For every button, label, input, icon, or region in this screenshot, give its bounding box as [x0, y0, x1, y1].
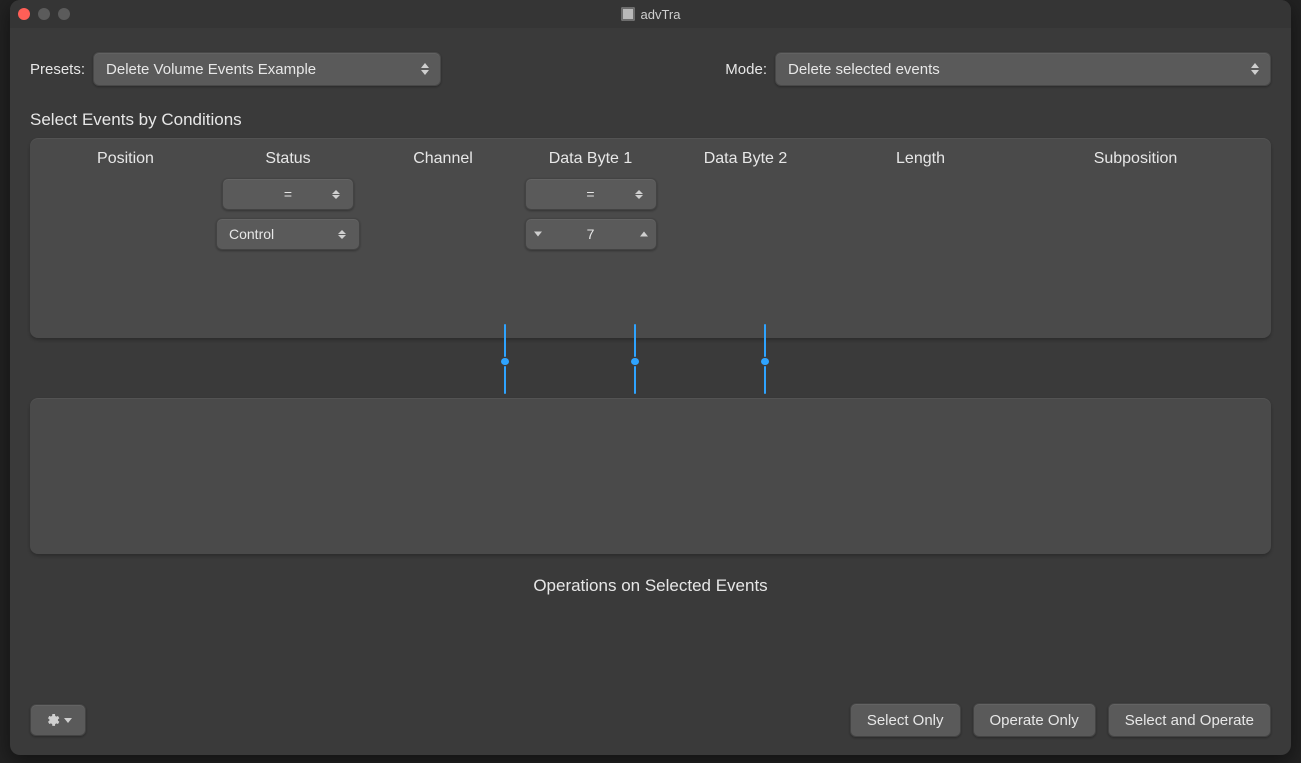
status-value: Control: [229, 226, 274, 242]
mode-dropdown[interactable]: Delete selected events: [775, 52, 1271, 86]
select-events-title: Select Events by Conditions: [30, 110, 1271, 130]
updown-icon: [332, 183, 348, 205]
status-value-dropdown[interactable]: Control: [216, 218, 360, 250]
operations-title: Operations on Selected Events: [30, 576, 1271, 596]
col-data-byte-1: Data Byte 1: [549, 150, 633, 168]
callout-pin: [503, 324, 507, 394]
content-area: Presets: Delete Volume Events Example Mo…: [10, 28, 1291, 755]
presets-value: Delete Volume Events Example: [106, 61, 316, 78]
operate-only-button[interactable]: Operate Only: [973, 703, 1096, 737]
col-subposition: Subposition: [1094, 150, 1178, 168]
select-only-label: Select Only: [867, 712, 944, 729]
callout-pin: [763, 324, 767, 394]
window-controls: [18, 8, 70, 20]
mode-label: Mode:: [725, 61, 767, 78]
gear-icon: [44, 712, 60, 728]
presets-dropdown[interactable]: Delete Volume Events Example: [93, 52, 441, 86]
annotation-pins: [30, 338, 1271, 398]
col-position: Position: [97, 150, 154, 168]
db1-operator-value: =: [586, 186, 594, 202]
app-window: advTra Presets: Delete Volume Events Exa…: [10, 0, 1291, 755]
col-channel: Channel: [413, 150, 473, 168]
settings-menu-button[interactable]: [30, 704, 86, 736]
db1-operator-dropdown[interactable]: =: [525, 178, 657, 210]
updown-icon: [414, 56, 436, 82]
minimize-window-button[interactable]: [38, 8, 50, 20]
operations-panel: [30, 398, 1271, 554]
chevron-down-icon: [534, 232, 542, 237]
chevron-up-icon: [640, 232, 648, 237]
titlebar: advTra: [10, 0, 1291, 28]
conditions-panel: Position Status Channel Data Byte 1 Data…: [30, 138, 1271, 338]
col-status: Status: [265, 150, 310, 168]
footer: Select Only Operate Only Select and Oper…: [30, 703, 1271, 737]
chevron-down-icon: [64, 718, 72, 723]
app-icon: [621, 7, 635, 21]
db1-value: 7: [587, 226, 595, 242]
callout-pin: [633, 324, 637, 394]
updown-icon: [635, 183, 651, 205]
select-only-button[interactable]: Select Only: [850, 703, 961, 737]
column-headers: Position Status Channel Data Byte 1 Data…: [48, 150, 1253, 168]
select-and-operate-button[interactable]: Select and Operate: [1108, 703, 1271, 737]
zoom-window-button[interactable]: [58, 8, 70, 20]
conditions-row: = Control = 7: [48, 178, 1253, 250]
col-data-byte-2: Data Byte 2: [704, 150, 788, 168]
top-toolbar: Presets: Delete Volume Events Example Mo…: [30, 46, 1271, 92]
updown-icon: [338, 223, 354, 245]
status-operator-dropdown[interactable]: =: [222, 178, 354, 210]
mode-value: Delete selected events: [788, 61, 940, 78]
updown-icon: [1244, 56, 1266, 82]
status-operator-value: =: [284, 186, 292, 202]
db1-value-stepper[interactable]: 7: [525, 218, 657, 250]
presets-label: Presets:: [30, 61, 85, 78]
close-window-button[interactable]: [18, 8, 30, 20]
operate-only-label: Operate Only: [990, 712, 1079, 729]
select-and-operate-label: Select and Operate: [1125, 712, 1254, 729]
window-title: advTra: [641, 7, 681, 22]
col-length: Length: [896, 150, 945, 168]
